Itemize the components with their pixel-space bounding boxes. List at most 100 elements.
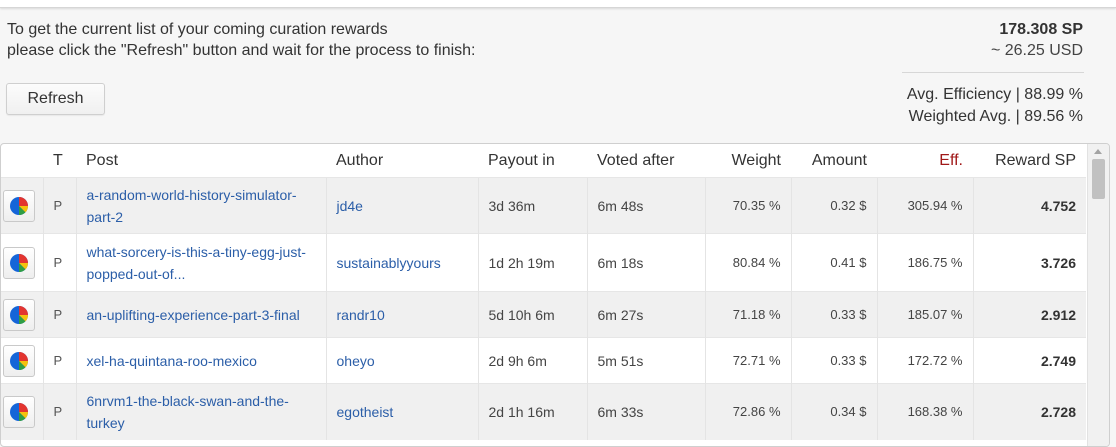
pie-chart-icon xyxy=(10,305,29,324)
row-post: xel-ha-quintana-roo-mexico xyxy=(75,337,326,384)
row-voted-after: 6m 27s xyxy=(586,291,705,338)
post-link[interactable]: 6nrvm1-the-black-swan-and-the-turkey xyxy=(87,393,289,431)
header-type[interactable]: T xyxy=(43,144,76,178)
avg-efficiency: Avg. Efficiency | 88.99 % xyxy=(906,86,1083,103)
header-efficiency[interactable]: Eff. xyxy=(877,144,973,178)
row-weight: 72.71 % xyxy=(704,337,791,384)
scroll-up-arrow[interactable] xyxy=(1094,149,1102,154)
row-type: P xyxy=(42,291,76,338)
post-link[interactable]: xel-ha-quintana-roo-mexico xyxy=(87,353,257,369)
header-author[interactable]: Author xyxy=(326,144,478,178)
row-action-cell xyxy=(1,233,43,292)
post-link[interactable]: an-uplifting-experience-part-3-final xyxy=(87,307,300,323)
post-link-line-1: xel-ha-quintana-roo-mexico xyxy=(86,352,257,369)
row-efficiency: 185.07 % xyxy=(876,291,973,338)
row-action-cell xyxy=(1,177,43,234)
pie-chart-button[interactable] xyxy=(3,246,35,279)
header-weight[interactable]: Weight xyxy=(705,144,791,178)
table-row: Pwhat-sorcery-is-this-a-tiny-egg-just-po… xyxy=(1,233,1086,292)
post-link[interactable]: what-sorcery-is-this-a-tiny-egg-just-pop… xyxy=(87,244,306,282)
summary-divider xyxy=(902,72,1084,73)
row-post: what-sorcery-is-this-a-tiny-egg-just-pop… xyxy=(75,233,326,292)
row-weight: 72.86 % xyxy=(704,383,791,440)
row-author: randr10 xyxy=(325,291,478,338)
pie-chart-icon xyxy=(10,351,29,370)
row-voted-after: 6m 33s xyxy=(586,383,705,440)
row-action-cell xyxy=(1,383,43,440)
row-efficiency: 168.38 % xyxy=(876,383,973,440)
pie-chart-button[interactable] xyxy=(3,395,35,428)
row-reward-sp: 2.912 xyxy=(972,291,1086,338)
post-link-line-1: what-sorcery-is-this-a-tiny-egg-just- xyxy=(86,243,306,260)
row-reward-sp: 2.728 xyxy=(972,383,1086,440)
author-link[interactable]: egotheist xyxy=(337,404,394,420)
row-type: P xyxy=(42,337,76,384)
pie-chart-icon xyxy=(10,402,29,421)
row-efficiency: 305.94 % xyxy=(876,177,973,234)
weighted-avg: Weighted Avg. | 89.56 % xyxy=(908,108,1083,125)
row-action-cell xyxy=(1,291,43,338)
sp-total: 178.308 SP xyxy=(999,21,1083,38)
pie-chart-button[interactable] xyxy=(3,189,35,222)
rewards-table: T Post Author Payout in Voted after Weig… xyxy=(1,144,1086,440)
row-voted-after: 6m 48s xyxy=(586,177,705,234)
row-reward-sp: 4.752 xyxy=(972,177,1086,234)
pie-chart-icon xyxy=(10,196,29,215)
instructions: To get the current list of your coming c… xyxy=(7,19,476,61)
row-type: P xyxy=(42,383,76,440)
vertical-scrollbar[interactable] xyxy=(1087,144,1109,446)
author-link[interactable]: sustainablyyours xyxy=(337,255,441,271)
header-post[interactable]: Post xyxy=(76,144,326,178)
pie-chart-button[interactable] xyxy=(3,344,35,377)
instructions-line-2: please click the "Refresh" button and wa… xyxy=(7,42,476,59)
row-amount: 0.34 $ xyxy=(790,383,877,440)
author-link[interactable]: jd4e xyxy=(337,198,363,214)
pie-chart-button[interactable] xyxy=(3,298,35,331)
row-reward-sp: 2.749 xyxy=(972,337,1086,384)
row-amount: 0.41 $ xyxy=(790,233,877,292)
table-row: P 6nrvm1-the-black-swan-and-the-turkey ego… xyxy=(1,383,1086,440)
rewards-summary: 178.308 SP ~ 26.25 USD xyxy=(991,19,1083,61)
scroll-thumb[interactable] xyxy=(1092,159,1105,199)
instructions-line-1: To get the current list of your coming c… xyxy=(7,21,388,38)
row-post: an-uplifting-experience-part-3-final xyxy=(75,291,326,338)
usd-total: ~ 26.25 USD xyxy=(990,42,1083,59)
row-payout: 2d 9h 6m xyxy=(477,337,587,384)
header-voted-after[interactable]: Voted after xyxy=(587,144,705,178)
row-post: 6nrvm1-the-black-swan-and-the-turkey xyxy=(75,383,326,440)
row-weight: 80.84 % xyxy=(704,233,791,292)
row-weight: 70.35 % xyxy=(704,177,791,234)
post-link-line-1: 6nrvm1-the-black-swan-and-the- xyxy=(86,392,289,409)
post-link-line-2: popped-out-of... xyxy=(86,265,186,282)
row-payout: 1d 2h 19m xyxy=(477,233,587,292)
author-link[interactable]: randr10 xyxy=(337,307,385,323)
row-voted-after: 5m 51s xyxy=(586,337,705,384)
efficiency-summary: Avg. Efficiency | 88.99 % Weighted Avg. … xyxy=(907,84,1083,128)
curation-rewards-table: T Post Author Payout in Voted after Weig… xyxy=(0,143,1110,447)
header-payout[interactable]: Payout in xyxy=(478,144,587,178)
row-voted-after: 6m 18s xyxy=(586,233,705,292)
row-author: egotheist xyxy=(325,383,478,440)
header-action xyxy=(1,144,43,178)
post-link[interactable]: a-random-world-history-simulator-part-2 xyxy=(87,187,297,225)
refresh-button[interactable]: Refresh xyxy=(6,83,105,115)
row-amount: 0.33 $ xyxy=(790,291,877,338)
row-type: P xyxy=(42,233,76,292)
post-link-line-1: an-uplifting-experience-part-3-final xyxy=(86,306,300,323)
header-reward-sp[interactable]: Reward SP xyxy=(973,144,1086,178)
table-header-row: T Post Author Payout in Voted after Weig… xyxy=(1,144,1086,178)
row-weight: 71.18 % xyxy=(704,291,791,338)
row-amount: 0.33 $ xyxy=(790,337,877,384)
header-amount[interactable]: Amount xyxy=(791,144,877,178)
row-type: P xyxy=(42,177,76,234)
row-efficiency: 172.72 % xyxy=(876,337,973,384)
post-link-line-2: part-2 xyxy=(86,208,124,225)
post-link-line-1: a-random-world-history-simulator- xyxy=(86,186,297,203)
top-edge xyxy=(0,0,1116,8)
row-action-cell xyxy=(1,337,43,384)
table-row: Pan-uplifting-experience-part-3-final ran… xyxy=(1,291,1086,338)
row-amount: 0.32 $ xyxy=(790,177,877,234)
row-payout: 2d 1h 16m xyxy=(477,383,587,440)
pie-chart-icon xyxy=(10,253,29,272)
author-link[interactable]: oheyo xyxy=(337,353,375,369)
